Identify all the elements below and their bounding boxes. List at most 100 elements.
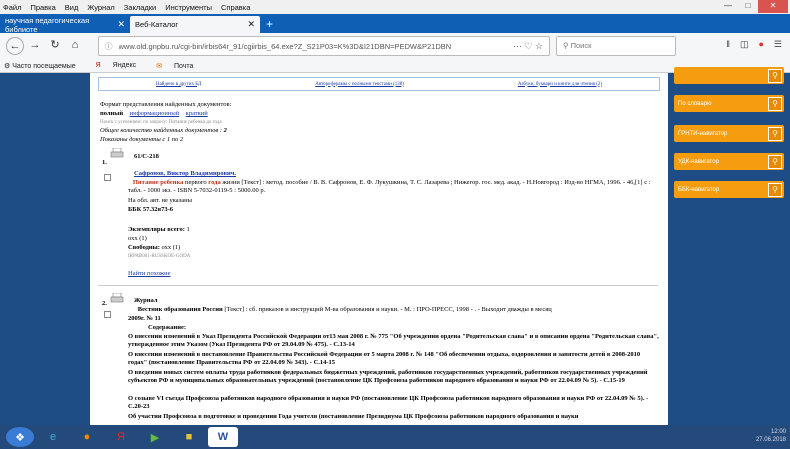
link-primers[interactable]: Азбуки, буквари и книги для чтения (2): [518, 82, 602, 87]
contents-item: О введении новых систем оплаты труда раб…: [128, 369, 648, 384]
minimize-icon[interactable]: —: [718, 0, 738, 13]
journal-issue: 2009г. № 11: [128, 315, 161, 322]
record-number: 2.: [102, 300, 107, 307]
search-icon: ⚲: [768, 126, 782, 141]
bookmark-frequent[interactable]: ⚙ Часто посещаемые: [4, 62, 86, 70]
sidebar-btn-bbk[interactable]: ББК-навигатор ⚲: [674, 181, 784, 198]
library-icon[interactable]: ‖: [726, 39, 730, 50]
shown-range: Показаны документы с 1 по 2: [100, 136, 184, 143]
explorer-icon[interactable]: ■: [174, 427, 204, 447]
record-note: На обл. авт. не указаны: [128, 197, 192, 204]
bookmark-label: Почта: [174, 62, 194, 70]
format-options: полный информационный краткий: [100, 110, 208, 118]
yandex-icon: Я: [95, 62, 101, 69]
home-icon[interactable]: ⌂: [66, 37, 84, 55]
format-full[interactable]: полный: [100, 110, 123, 117]
sidebar-btn-dictionary[interactable]: По словарю ⚲: [674, 95, 784, 112]
sidebar-label: ГРНТИ-навигатор: [678, 130, 728, 137]
printer-icon[interactable]: [110, 293, 124, 303]
link-other-db[interactable]: Найдено в других БД: [156, 82, 201, 87]
menu-file[interactable]: Файл: [3, 3, 21, 12]
format-short[interactable]: краткий: [186, 110, 208, 117]
select-checkbox[interactable]: [104, 174, 111, 181]
total-value: 2: [223, 127, 227, 134]
url-text: www.old.gnpbu.ru/cgi-bin/irbis64r_91/cgi…: [118, 41, 452, 51]
sidebar-label: УДК-навигатор: [678, 158, 719, 165]
contents-item: О внесении изменений в постановление Пра…: [128, 351, 641, 366]
copies-location: охх (1): [128, 235, 147, 242]
player-icon[interactable]: ▶: [140, 427, 170, 447]
yandex-browser-icon[interactable]: Я: [106, 427, 136, 447]
back-icon[interactable]: ←: [6, 37, 24, 55]
bookmark-yandex[interactable]: Я Яндекс: [96, 62, 147, 69]
menu-edit[interactable]: Правка: [30, 3, 55, 12]
system-tray: 12:00 27.06.2018: [756, 428, 786, 444]
free-value: охх (1): [161, 244, 181, 251]
tab-web-catalog[interactable]: Веб-Каталог ✕: [130, 16, 260, 33]
title-part: первого: [183, 179, 209, 186]
record-description: Питание ребенка первого года жизни [Текс…: [128, 179, 660, 195]
printer-icon[interactable]: [110, 148, 124, 158]
bookmark-mail[interactable]: ✉ Почта: [156, 62, 203, 70]
tab-label: научная педагогическая библиоте: [5, 15, 90, 34]
find-similar-link[interactable]: Найти похожие: [128, 270, 171, 278]
reload-icon[interactable]: ↻: [46, 37, 64, 55]
record-id: IRPAB001-RUSSKOE-GODA: [128, 254, 191, 259]
link-autoreferats[interactable]: Автореферамы с полными текстами (138): [315, 82, 404, 87]
taskbar: ❖ e ● Я ▶ ■ W 12:00 27.06.2018: [0, 425, 790, 449]
select-checkbox[interactable]: [104, 311, 111, 318]
author-link[interactable]: Сафронов, Виктор Владимирович.: [134, 170, 236, 177]
new-tab-icon[interactable]: +: [266, 16, 273, 33]
word-icon[interactable]: W: [208, 427, 238, 447]
menu-bar: Файл Правка Вид Журнал Закладки Инструме…: [0, 0, 790, 14]
record-code: 61/С-218: [134, 153, 159, 160]
hamburger-menu-icon[interactable]: ☰: [774, 39, 782, 50]
search-input[interactable]: ⚲ Поиск: [556, 36, 676, 56]
record-description: Вестник образования России [Текст] : сб.…: [128, 306, 660, 314]
page-actions-icon[interactable]: ⋯ ♡ ☆: [513, 41, 543, 52]
menu-tools[interactable]: Инструменты: [165, 3, 212, 12]
maximize-icon[interactable]: □: [738, 0, 758, 13]
sidebar-label: По словарю: [678, 100, 712, 107]
forward-icon[interactable]: →: [26, 37, 44, 55]
clock-date[interactable]: 27.06.2018: [756, 436, 786, 444]
highlight-term: года: [208, 179, 221, 186]
menu-history[interactable]: Журнал: [87, 3, 114, 12]
record-number: 1.: [102, 159, 107, 166]
record-type: Журнал: [134, 297, 158, 304]
close-window-icon[interactable]: ✕: [758, 0, 788, 13]
clock-time[interactable]: 12:00: [756, 428, 786, 436]
copies-free: Свободны: охх (1): [128, 244, 180, 252]
url-bar[interactable]: ⓘ www.old.gnpbu.ru/cgi-bin/irbis64r_91/c…: [98, 36, 550, 56]
copies-value: 1: [186, 226, 190, 233]
copies-total: Экземпляры всего: 1: [128, 226, 190, 234]
menu-help[interactable]: Справка: [221, 3, 250, 12]
contents-item: О созыве VI съезда Профсоюза работников …: [128, 395, 649, 410]
extension-icon[interactable]: ●: [758, 39, 763, 50]
close-tab-icon[interactable]: ✕: [247, 19, 255, 30]
contents-item: Об участии Профсоюза в подготовке и пров…: [128, 413, 579, 420]
firefox-icon[interactable]: ●: [72, 427, 102, 447]
bookmark-label: Яндекс: [112, 62, 137, 69]
record-author: Сафронов, Виктор Владимирович.: [134, 170, 236, 178]
record-bbk: ББК 57.32я73-6: [128, 206, 173, 213]
query-note: Поиск с усечением: по запросу: Питание р…: [100, 120, 222, 125]
sidebar-btn-grnti[interactable]: ГРНТИ-навигатор ⚲: [674, 125, 784, 142]
info-icon[interactable]: ⓘ: [105, 41, 113, 52]
description-text: [Текст] : сб. приказов и инструкций М-ва…: [222, 306, 552, 313]
menu-bookmarks[interactable]: Закладки: [124, 3, 156, 12]
sidebar-btn-udk[interactable]: УДК-навигатор ⚲: [674, 153, 784, 170]
sidebar-icon[interactable]: ◫: [740, 39, 749, 50]
close-tab-icon[interactable]: ✕: [117, 19, 125, 30]
total-label: Общее количество найденных документов :: [100, 127, 222, 134]
format-title: Формат представления найденных документо…: [100, 101, 232, 108]
tab-library[interactable]: научная педагогическая библиоте ✕: [0, 15, 130, 34]
start-button-icon[interactable]: ❖: [6, 427, 34, 447]
results-panel: Найдено в других БД Автореферамы с полны…: [90, 73, 668, 425]
sidebar-btn-top[interactable]: ⚲: [674, 67, 784, 84]
ie-icon[interactable]: e: [38, 427, 68, 447]
free-label: Свободны:: [128, 244, 160, 251]
menu-view[interactable]: Вид: [65, 3, 79, 12]
format-info[interactable]: информационный: [130, 110, 180, 117]
sidebar-label: ББК-навигатор: [678, 186, 720, 193]
